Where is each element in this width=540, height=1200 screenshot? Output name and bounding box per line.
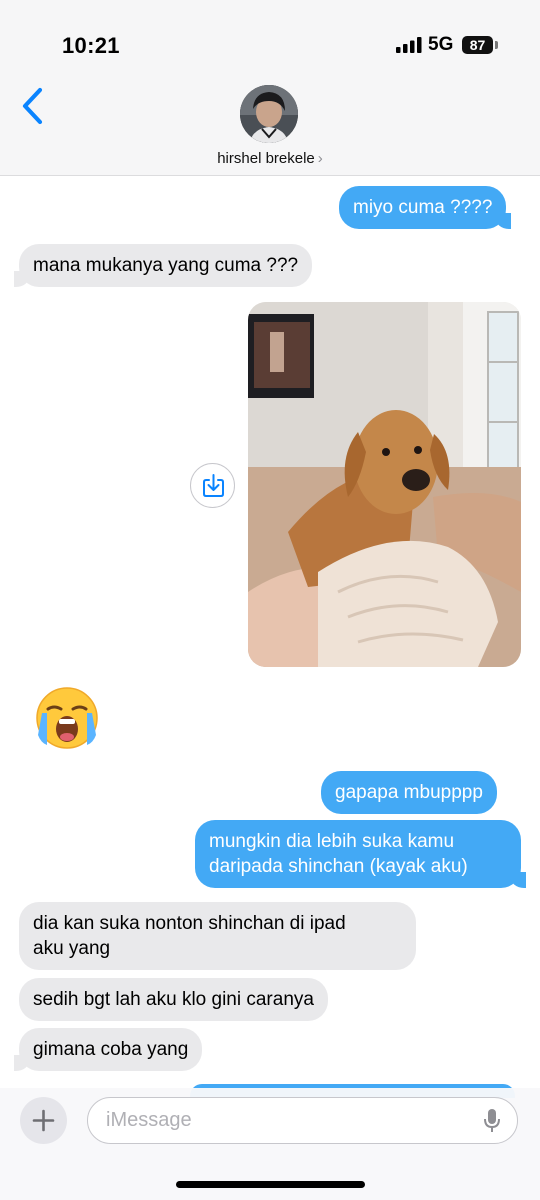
download-icon [203, 474, 224, 497]
back-chevron-icon[interactable] [18, 86, 48, 126]
message-input[interactable]: iMessage [87, 1097, 518, 1144]
message-text: gimana coba yang [33, 1039, 189, 1060]
loudly-crying-face-emoji [36, 687, 98, 749]
message-text: miyo cuma ???? [353, 197, 493, 218]
cellular-signal-icon [396, 37, 422, 53]
battery-tip [495, 41, 498, 49]
message-text-line: daripada shinchan (kayak aku) [209, 856, 468, 877]
message-text-line: mungkin dia lebih suka kamu [209, 831, 455, 852]
message-text: mana mukanya yang cuma ??? [33, 255, 299, 276]
microphone-icon[interactable] [483, 1108, 501, 1134]
message-received[interactable]: sedih bgt lah aku klo gini caranya [19, 978, 328, 1021]
message-input-placeholder: iMessage [106, 1109, 192, 1131]
plus-icon [32, 1109, 55, 1132]
contact-name: hirshel brekele [217, 150, 315, 167]
message-text-line: dia kan suka nonton shinchan di ipad [33, 913, 346, 934]
network-type: 5G [428, 34, 454, 55]
message-sent[interactable]: mungkin dia lebih suka kamu daripada shi… [195, 820, 526, 888]
message-text: gapapa mbupppp [335, 782, 483, 803]
message-text-line: aku yang [33, 938, 111, 959]
message-received[interactable]: dia kan suka nonton shinchan di ipad aku… [19, 902, 416, 970]
apps-plus-button[interactable] [20, 1097, 67, 1144]
chevron-right-icon: › [317, 150, 323, 167]
battery-icon: 87 [462, 36, 493, 54]
message-text: sedih bgt lah aku klo gini caranya [33, 989, 314, 1010]
message-sent[interactable]: gapapa mbupppp [321, 771, 497, 814]
contact-avatar[interactable] [240, 85, 298, 143]
message-received[interactable]: gimana coba yang [13, 1028, 203, 1071]
home-indicator [176, 1181, 365, 1188]
message-sent[interactable]: miyo cuma ???? [339, 186, 512, 229]
save-photo-button[interactable] [190, 463, 235, 508]
contact-name-button[interactable]: hirshel brekele › [0, 150, 540, 167]
photo-attachment[interactable] [248, 302, 521, 667]
status-time: 10:21 [62, 33, 120, 58]
message-received[interactable]: mana mukanya yang cuma ??? [13, 244, 313, 287]
